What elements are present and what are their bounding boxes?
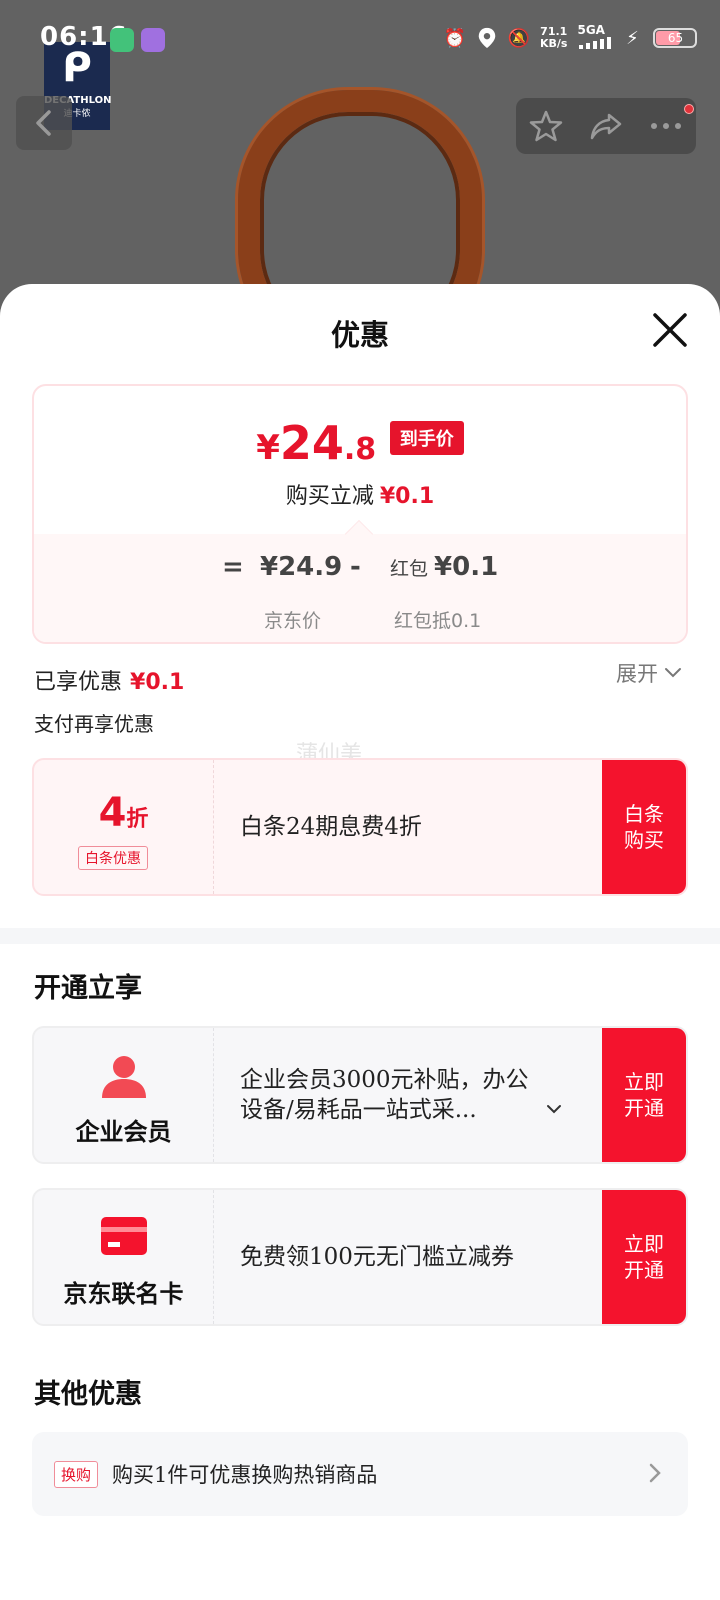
co-branded-open-button[interactable]: 立即开通 bbox=[602, 1190, 686, 1324]
hongbao-amount: 红包 ¥0.1 bbox=[390, 552, 498, 582]
network-type: 5GA bbox=[577, 23, 612, 52]
chevron-down-icon bbox=[665, 668, 681, 678]
co-branded-left: 京东联名卡 bbox=[34, 1190, 214, 1324]
more-icon[interactable] bbox=[649, 121, 683, 131]
enterprise-icon-wrap bbox=[34, 1054, 213, 1098]
charging-icon: ⚡ bbox=[626, 27, 639, 49]
swap-text: 购买1件可优惠换购热销商品 bbox=[112, 1463, 378, 1487]
enjoyed-value: ¥0.1 bbox=[130, 670, 185, 695]
user-icon bbox=[101, 1056, 146, 1098]
baitiao-discount-value: 4折 bbox=[34, 790, 213, 836]
app-notification-icon bbox=[141, 28, 165, 52]
top-toolbar bbox=[516, 98, 696, 154]
hongbao-value: ¥0.1 bbox=[434, 552, 499, 582]
hongbao-sub-label: 红包抵0.1 bbox=[394, 610, 482, 632]
final-price: ¥24.8 到手价 bbox=[34, 416, 686, 470]
nfc-app-icon bbox=[110, 28, 134, 52]
section-divider bbox=[0, 928, 720, 944]
baitiao-offer-card: 4折 白条优惠 白条24期息费4折 白条购买 bbox=[32, 758, 688, 896]
enjoyed-discount: 已享优惠 ¥0.1 bbox=[34, 664, 184, 696]
signal-icon bbox=[579, 37, 612, 49]
final-price-currency: ¥ bbox=[256, 428, 280, 468]
expand-label: 展开 bbox=[616, 662, 658, 686]
enterprise-member-label: 企业会员 bbox=[75, 1117, 172, 1146]
network-speed-unit: KB/s bbox=[540, 37, 568, 50]
battery-indicator: 65 bbox=[653, 28, 698, 48]
chevron-down-icon bbox=[547, 1105, 561, 1114]
share-icon[interactable] bbox=[589, 109, 623, 143]
card-icon-wrap bbox=[34, 1216, 213, 1256]
battery-level: 65 bbox=[667, 31, 684, 45]
equals-sign: = bbox=[222, 552, 244, 582]
price-calculation: = ¥24.9 - 红包 ¥0.1 京东价 红包抵0.1 bbox=[34, 519, 686, 642]
enterprise-member-left: 企业会员 bbox=[34, 1028, 214, 1162]
co-branded-card: 京东联名卡 免费领100元无门槛立减券 立即开通 bbox=[32, 1188, 688, 1326]
open-section-title: 开通立享 bbox=[34, 973, 142, 1004]
co-branded-label: 京东联名卡 bbox=[63, 1279, 184, 1308]
alarm-icon: ⏰ bbox=[443, 27, 467, 49]
network-type-label: 5GA bbox=[577, 23, 605, 37]
baitiao-discount: 4折 白条优惠 bbox=[34, 760, 214, 894]
price-summary: ¥24.8 到手价 购买立减 ¥0.1 bbox=[34, 386, 686, 534]
reduce-line: 购买立减 ¥0.1 bbox=[34, 478, 686, 510]
baitiao-desc: 白条24期息费4折 bbox=[240, 814, 422, 840]
favorite-star-icon[interactable] bbox=[529, 109, 563, 143]
baitiao-tag: 白条优惠 bbox=[78, 846, 148, 870]
expand-button[interactable]: 展开 bbox=[616, 658, 682, 688]
pay-more-label: 支付再享优惠 bbox=[34, 712, 154, 736]
network-speed: 71.1 KB/s bbox=[540, 26, 567, 50]
status-icons: ⏰ 🔕 71.1 KB/s 5GA ⚡ 65 bbox=[443, 23, 698, 52]
enterprise-open-button[interactable]: 立即开通 bbox=[602, 1028, 686, 1162]
discount-sheet: 优惠 ¥24.8 到手价 购买立减 ¥0.1 = ¥24.9 - 红包 ¥0.1 京… bbox=[0, 284, 720, 1600]
sheet-title: 优惠 bbox=[330, 318, 389, 352]
enterprise-desc-text: 企业会员3000元补贴，办公设备/易耗品一站式采... bbox=[240, 1067, 529, 1123]
back-button[interactable] bbox=[16, 96, 72, 150]
location-icon bbox=[478, 27, 496, 49]
baitiao-buy-button[interactable]: 白条购买 bbox=[602, 760, 686, 894]
final-price-decimal: .8 bbox=[343, 432, 377, 467]
enterprise-member-desc[interactable]: 企业会员3000元补贴，办公设备/易耗品一站式采... bbox=[214, 1028, 602, 1162]
discount-number: 4 bbox=[98, 790, 127, 836]
swap-tag: 换购 bbox=[54, 1460, 99, 1488]
other-section-title: 其他优惠 bbox=[34, 1379, 142, 1410]
notification-dot bbox=[684, 104, 694, 114]
price-breakdown-card: ¥24.8 到手价 购买立减 ¥0.1 = ¥24.9 - 红包 ¥0.1 京东价 … bbox=[32, 384, 688, 644]
final-price-tag: 到手价 bbox=[389, 421, 464, 455]
swap-offer-row[interactable]: 换购 购买1件可优惠换购热销商品 bbox=[32, 1432, 688, 1516]
hongbao-label: 红包 bbox=[390, 558, 429, 580]
mute-bell-icon: 🔕 bbox=[507, 27, 531, 49]
enterprise-member-card: 企业会员 企业会员3000元补贴，办公设备/易耗品一站式采... 立即开通 bbox=[32, 1026, 688, 1164]
status-bar: 06:16 ⏰ 🔕 71.1 KB/s 5GA ⚡ 65 bbox=[0, 0, 720, 76]
jd-price: ¥24.9 bbox=[260, 552, 343, 582]
close-icon[interactable] bbox=[650, 310, 690, 350]
final-price-integer: 24 bbox=[279, 416, 344, 470]
chevron-right-icon bbox=[649, 1463, 661, 1483]
bottom-blurred-row bbox=[60, 1560, 660, 1584]
enjoyed-label: 已享优惠 bbox=[34, 670, 123, 695]
reduce-label: 购买立减 bbox=[285, 484, 374, 509]
chevron-left-icon bbox=[36, 110, 51, 136]
minus-sign: - bbox=[350, 552, 361, 582]
reduce-value: ¥0.1 bbox=[379, 484, 435, 509]
credit-card-icon bbox=[100, 1217, 147, 1255]
discount-unit: 折 bbox=[126, 807, 149, 832]
co-branded-desc: 免费领100元无门槛立减券 bbox=[240, 1244, 514, 1270]
jd-price-label: 京东价 bbox=[264, 610, 322, 632]
